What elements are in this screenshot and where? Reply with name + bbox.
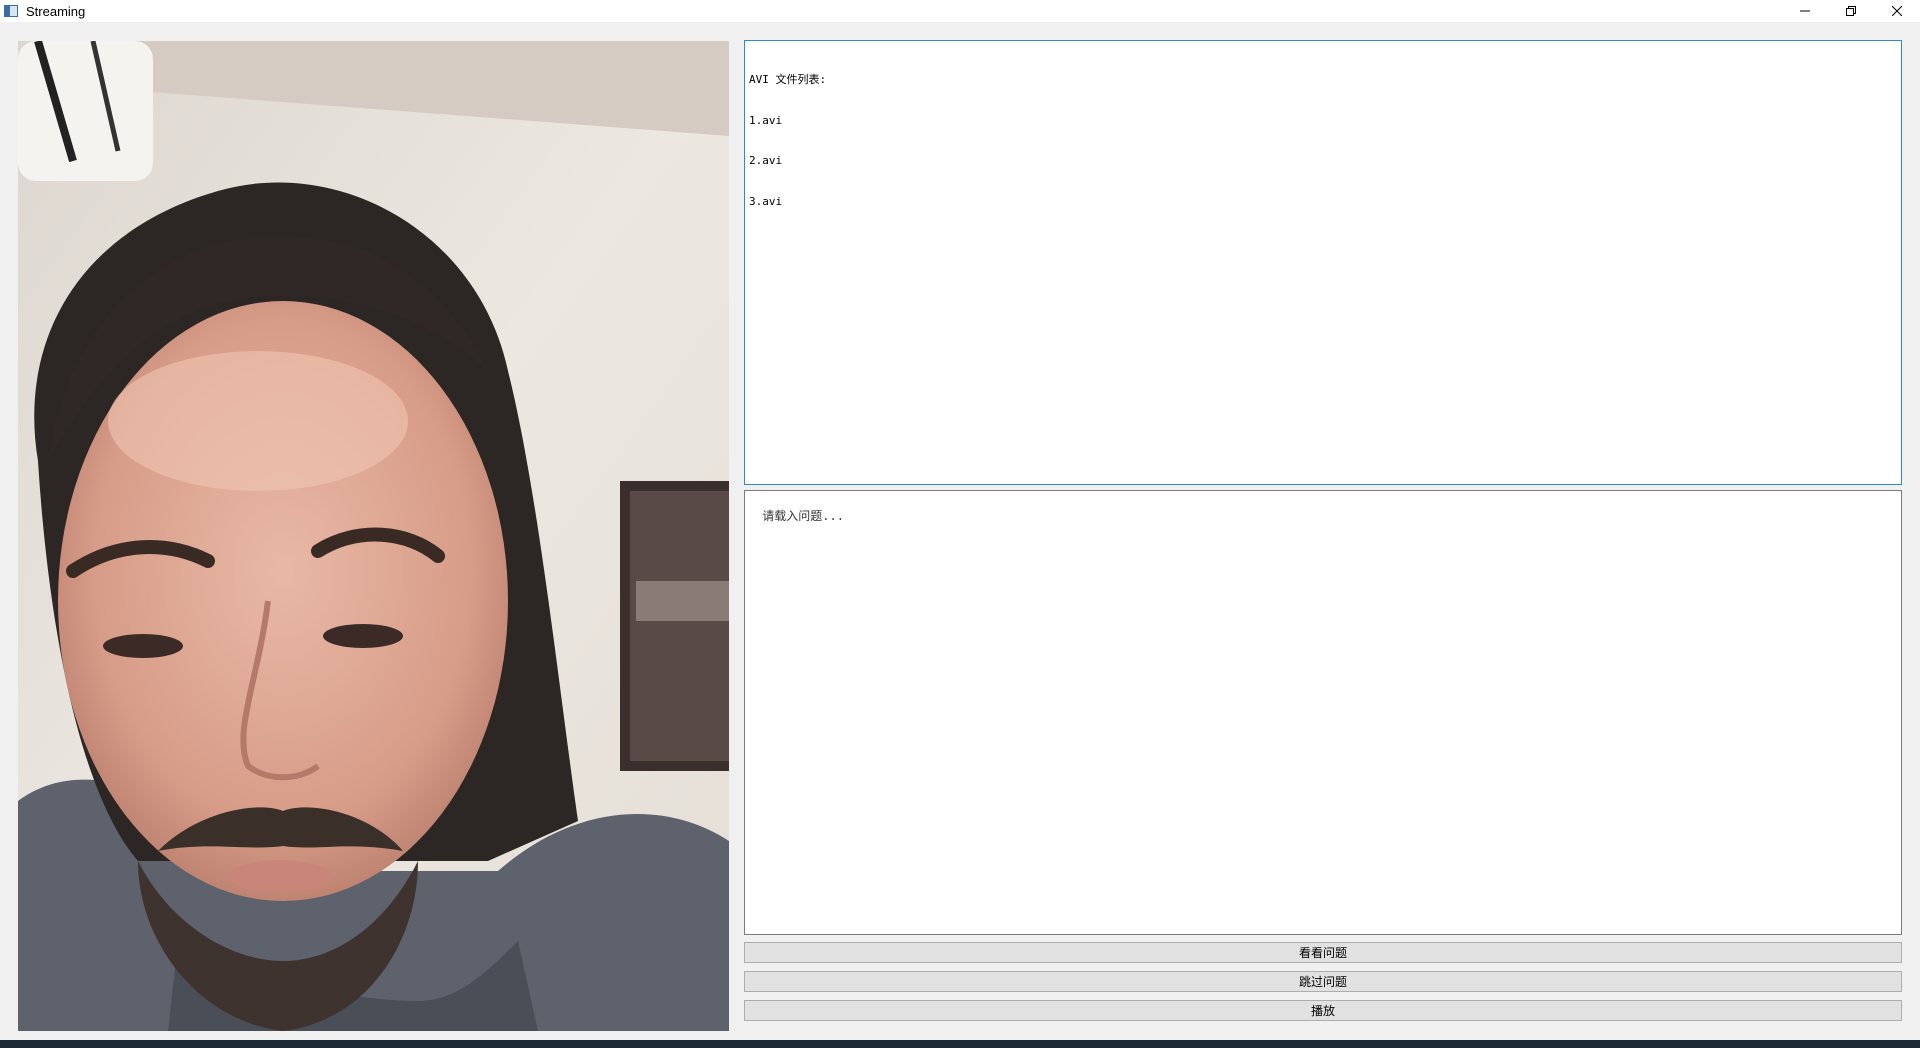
window-controls [1782, 0, 1920, 22]
minimize-button[interactable] [1782, 0, 1828, 22]
app-icon [4, 5, 18, 17]
close-icon [1892, 6, 1902, 16]
file-list-item: 3.avi [749, 194, 783, 208]
close-button[interactable] [1874, 0, 1920, 22]
question-placeholder: 请载入问题... [762, 508, 844, 523]
file-list-item: 2.avi [749, 154, 783, 167]
webcam-video [18, 41, 729, 1031]
minimize-icon [1800, 10, 1810, 12]
file-list-item: 1.avi [749, 113, 783, 127]
view-question-button[interactable]: 看看问题 [744, 942, 1902, 963]
webcam-feed-image [18, 41, 729, 1031]
title-bar: Streaming [0, 0, 1920, 22]
restore-button[interactable] [1828, 0, 1874, 22]
file-list-header: AVI 文件列表: [749, 73, 827, 86]
restore-icon [1846, 6, 1856, 16]
taskbar [0, 1040, 1920, 1048]
play-button[interactable]: 播放 [744, 1000, 1902, 1021]
skip-question-button[interactable]: 跳过问题 [744, 971, 1902, 992]
avi-file-list[interactable]: AVI 文件列表: 1.avi 2.avi 3.avi [744, 40, 1902, 485]
question-input[interactable]: 请载入问题... [744, 490, 1902, 935]
window-title: Streaming [26, 3, 86, 19]
